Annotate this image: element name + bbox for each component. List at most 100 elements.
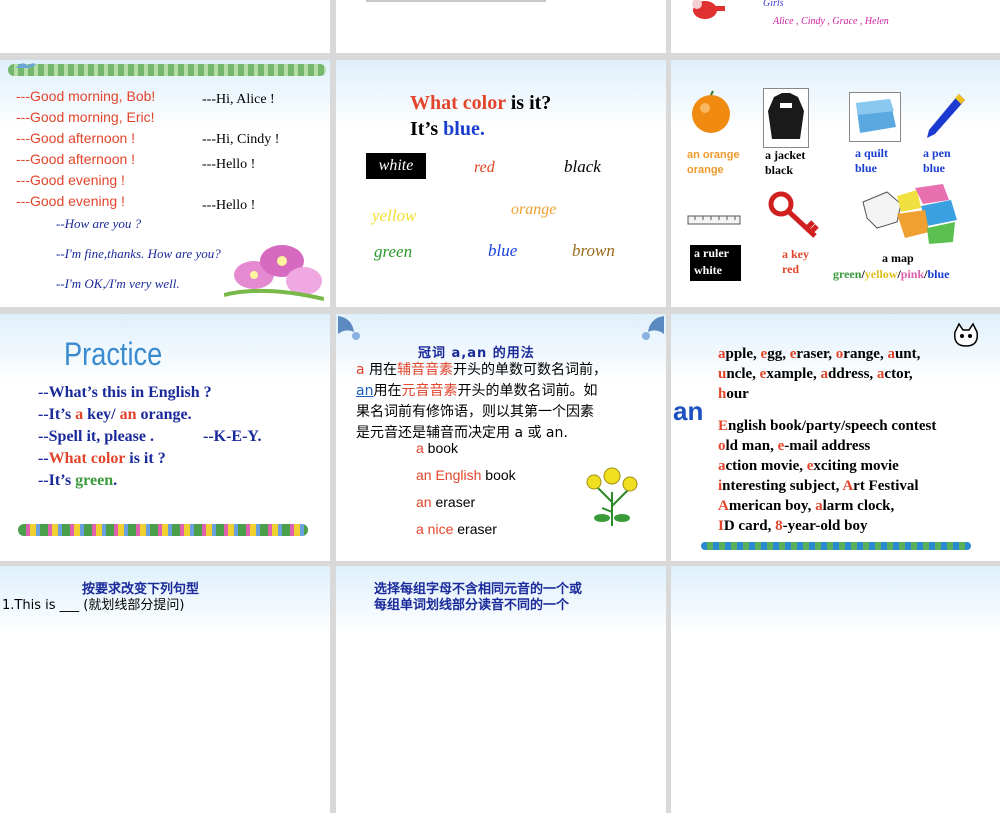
slide-an-words[interactable]: an apple, egg, eraser, orange, aunt, uncl… — [671, 314, 1000, 561]
initial-letter: a — [718, 458, 726, 474]
slide-top-middle[interactable] — [336, 0, 666, 53]
word-rest: ddress, — [828, 366, 877, 382]
example-2: an English book — [416, 467, 516, 483]
greeting-line: ---Good morning, Bob! — [16, 88, 156, 104]
greeting-line: ---Good afternoon ! — [16, 130, 136, 146]
example-3: an eraser — [416, 494, 475, 510]
slide-practice[interactable]: Practice --What’s this in English ? --It… — [0, 314, 330, 561]
pen-label: a pen — [923, 146, 951, 160]
slide-top-left[interactable] — [0, 0, 330, 53]
rabbit-cartoon-icon — [692, 0, 725, 19]
quilt-color: blue — [855, 161, 878, 175]
word-rest: larm clock, — [822, 498, 895, 514]
question-highlight: What color — [410, 92, 506, 114]
map-color-blue: blue — [927, 267, 950, 281]
ruler-image — [687, 215, 741, 225]
initial-letter: a — [815, 498, 823, 514]
an-word-row: old man, e-mail address — [718, 436, 936, 456]
ruler-label-box: a ruler white — [690, 245, 741, 281]
part: . — [113, 472, 118, 489]
ruler-label: a ruler — [694, 246, 729, 260]
corner-ornament-left-icon — [338, 316, 360, 340]
slide-top-right[interactable]: Girls Alice , Cindy , Grace , Helen — [671, 0, 1000, 53]
greeting-line: ---Good morning, Eric! — [16, 109, 155, 125]
part: 开头的单数可数名词前， — [453, 362, 608, 378]
word-rest: -year-old boy — [782, 518, 868, 534]
answer-prefix: It’s — [410, 118, 444, 140]
slide-bottom-right[interactable] — [671, 566, 1000, 813]
initial-letter: 8 — [775, 518, 783, 534]
part: What color — [48, 450, 126, 467]
an-word-row: hour — [718, 384, 936, 404]
word-blue: blue — [488, 241, 518, 260]
slide-articles[interactable]: 冠词 a,an 的用法 a 用在辅音音素开头的单数可数名词前， an用在元音音素… — [336, 314, 666, 561]
part: an — [119, 406, 137, 423]
bottom-vine-decoration — [701, 542, 971, 550]
word-rest: gg, — [767, 346, 790, 362]
practice-line-5: --It’s green. — [38, 472, 117, 490]
map-color-green: green — [833, 267, 862, 281]
pen-image — [927, 94, 965, 138]
part: --It’s — [38, 406, 76, 423]
quilt-label: a quilt — [855, 146, 889, 160]
slide-bottom-left[interactable]: 按要求改变下列句型 1.This is ___ (就划线部分提问) — [0, 566, 330, 813]
greeting-lines: ---Good morning, Bob! ---Good morning, E… — [16, 86, 155, 212]
dialogue-line: --I'm fine,thanks. How are you? — [56, 246, 221, 261]
word-yellow: yellow — [372, 206, 417, 225]
slide-greetings[interactable]: ---Good morning, Bob! ---Good morning, E… — [0, 60, 330, 307]
word-rest: our — [726, 386, 749, 402]
part: orange. — [136, 406, 192, 423]
word-rest: merican boy, — [728, 498, 816, 514]
articles-line-1: a 用在辅音音素开头的单数可数名词前， — [356, 360, 607, 381]
practice-line-3b: --K-E-Y. — [203, 428, 262, 445]
key-image — [768, 191, 819, 238]
part: 开头的单数名词前。如 — [457, 383, 598, 399]
initial-letter: E — [718, 418, 729, 434]
greeting-line: ---Good evening ! — [16, 172, 125, 188]
an-big-label: an — [673, 396, 704, 426]
part: a — [356, 362, 365, 378]
word-rest: raser, — [796, 346, 836, 362]
flower-vine-decoration — [18, 524, 308, 536]
word-rest: ld man, — [725, 438, 778, 454]
word-rest: xample, — [766, 366, 821, 382]
pen-color: blue — [923, 161, 946, 175]
articles-line-2: an用在元音音素开头的单数名词前。如 — [356, 381, 607, 402]
greeting-line: ---Good evening ! — [16, 193, 125, 209]
dialogue-line: --I'm OK,/I'm very well. — [56, 276, 180, 291]
orange-label: an orange — [687, 149, 740, 161]
an-word-row: uncle, example, address, actor, — [718, 364, 936, 384]
part: an English — [416, 467, 482, 483]
part: is it ? — [125, 450, 166, 467]
slide-what-color[interactable]: What color is it? It’s blue. white red b… — [336, 60, 666, 307]
orange-color: orange — [687, 164, 724, 176]
an-word-rows: apple, egg, eraser, orange, aunt, uncle, … — [718, 344, 936, 536]
practice-line-3a: --Spell it, please . — [38, 428, 154, 445]
slide-bottom-middle[interactable]: 选择每组字母不含相同元音的一个或 每组单词划线部分读音不同的一个 — [336, 566, 666, 813]
articles-line-4: 是元音还是辅音而决定用 a 或 an. — [356, 425, 568, 441]
rewrite-line: 1.This is ___ (就划线部分提问) — [2, 598, 185, 613]
corner-ornament-right-icon — [642, 316, 664, 340]
part: book — [481, 467, 516, 483]
practice-line-4: --What color is it ? — [38, 450, 166, 468]
example-4: a nice eraser — [416, 521, 497, 537]
question-rest: is it? — [505, 92, 552, 114]
initial-letter: a — [820, 366, 829, 382]
ruler-color: white — [694, 263, 722, 277]
slide-objects[interactable]: an orange orange a jacket black a quilt … — [671, 60, 1000, 307]
word-rest: nglish book/party/speech contest — [728, 418, 937, 434]
girls-label: Girls — [763, 0, 784, 9]
word-rest: rt Festival — [853, 478, 919, 494]
example-1: a book — [416, 440, 458, 456]
part: 辅音音素 — [397, 362, 454, 378]
practice-title: Practice — [64, 336, 163, 372]
initial-letter: A — [842, 478, 854, 494]
word-rest: ctor, — [884, 366, 913, 382]
part: a nice — [416, 521, 454, 537]
answer-color: blue. — [443, 118, 485, 140]
part: a — [75, 406, 84, 423]
part: eraser — [453, 521, 497, 537]
word-brown: brown — [572, 241, 615, 260]
part: 用在 — [373, 383, 402, 399]
part: -- — [38, 450, 49, 467]
